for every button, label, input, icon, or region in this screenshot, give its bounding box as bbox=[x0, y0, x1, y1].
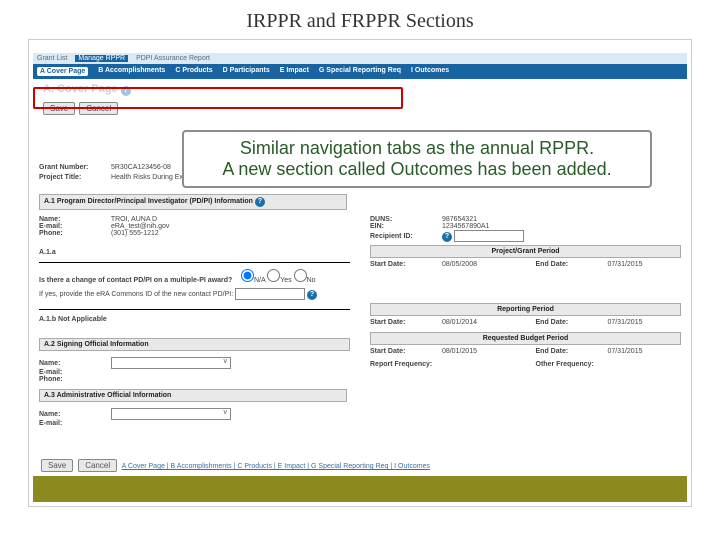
page-title: IRPPR and FRPPR Sections bbox=[0, 10, 720, 33]
budget-end: 07/31/2015 bbox=[607, 348, 642, 355]
change-pdpi-na[interactable] bbox=[241, 269, 254, 282]
pdpi-email-label: E-mail: bbox=[39, 223, 109, 230]
duns-label: DUNS: bbox=[370, 216, 440, 223]
pdpi-phone: (301) 555-1212 bbox=[111, 230, 159, 237]
change-pdpi-no[interactable] bbox=[294, 269, 307, 282]
tab-participants[interactable]: D Participants bbox=[223, 67, 270, 76]
project-start: 08/05/2008 bbox=[442, 261, 477, 268]
cancel-button[interactable]: Cancel bbox=[79, 102, 118, 115]
help-icon[interactable]: ? bbox=[121, 86, 131, 96]
tab-cover-page[interactable]: A Cover Page bbox=[37, 67, 88, 76]
pdpi-name: TROI, AUNA D bbox=[111, 216, 157, 223]
project-title-label: Project Title: bbox=[39, 174, 109, 181]
cover-page-heading: A. Cover Page bbox=[43, 83, 118, 95]
top-menu bbox=[33, 44, 687, 53]
end-date-label: End Date: bbox=[536, 261, 606, 268]
recipient-id-input[interactable] bbox=[454, 230, 524, 242]
project-end: 07/31/2015 bbox=[607, 261, 642, 268]
tab-outcomes[interactable]: I Outcomes bbox=[411, 67, 449, 76]
ein-label: EIN: bbox=[370, 223, 440, 230]
help-icon[interactable]: ? bbox=[255, 197, 265, 207]
save-button-bottom[interactable]: Save bbox=[41, 459, 73, 472]
recipient-id-label: Recipient ID: bbox=[370, 233, 440, 240]
help-icon[interactable]: ? bbox=[442, 232, 452, 242]
grant-number-value: 5R30CA123456-08 bbox=[111, 164, 171, 171]
pdpi-email: eRA_test@nih.gov bbox=[111, 223, 169, 230]
signing-official-select[interactable] bbox=[111, 357, 231, 369]
callout-box: Similar navigation tabs as the annual RP… bbox=[182, 130, 652, 188]
commons-id-label: If yes, provide the eRA Commons ID of th… bbox=[39, 291, 233, 298]
change-pdpi-yes[interactable] bbox=[267, 269, 280, 282]
budget-start: 08/01/2015 bbox=[442, 348, 477, 355]
project-period-header: Project/Grant Period bbox=[370, 245, 681, 258]
nav1-item[interactable]: PDPI Assurance Report bbox=[136, 55, 210, 62]
grant-number-label: Grant Number: bbox=[39, 164, 109, 171]
duns-value: 987654321 bbox=[442, 216, 477, 223]
tab-products[interactable]: C Products bbox=[175, 67, 212, 76]
nav1-item[interactable]: Manage RPPR bbox=[75, 55, 128, 62]
section-a3-header: A.3 Administrative Official Information bbox=[39, 389, 347, 402]
reporting-start: 08/01/2014 bbox=[442, 319, 477, 326]
change-pdpi-label: Is there a change of contact PD/PI on a … bbox=[39, 277, 239, 284]
a1b-label: A.1.b Not Applicable bbox=[39, 316, 350, 323]
slide-footer-bar bbox=[33, 476, 687, 502]
commons-id-input[interactable] bbox=[235, 288, 305, 300]
section-a2-header: A.2 Signing Official Information bbox=[39, 338, 350, 351]
nav-primary: Grant List Manage RPPR PDPI Assurance Re… bbox=[33, 53, 687, 64]
ein-value: 1234567890A1 bbox=[442, 223, 490, 230]
budget-period-header: Requested Budget Period bbox=[370, 332, 681, 345]
footer-nav-links[interactable]: A Cover Page | B Accomplishments | C Pro… bbox=[122, 463, 430, 470]
nav1-item[interactable]: Grant List bbox=[37, 55, 67, 62]
section-a1-header: A.1 Program Director/Principal Investiga… bbox=[44, 198, 253, 205]
tab-accomplishments[interactable]: B Accomplishments bbox=[98, 67, 165, 76]
other-freq-label: Other Frequency: bbox=[536, 361, 606, 368]
report-freq-label: Report Frequency: bbox=[370, 361, 440, 368]
reporting-period-header: Reporting Period bbox=[370, 303, 681, 316]
callout-line2: A new section called Outcomes has been a… bbox=[194, 159, 640, 180]
nav-secondary: A Cover Page B Accomplishments C Product… bbox=[33, 64, 687, 79]
help-icon[interactable]: ? bbox=[307, 290, 317, 300]
slide-container: Grant List Manage RPPR PDPI Assurance Re… bbox=[28, 39, 692, 507]
tab-special-reporting[interactable]: G Special Reporting Req bbox=[319, 67, 401, 76]
pdpi-name-label: Name: bbox=[39, 216, 109, 223]
callout-line1: Similar navigation tabs as the annual RP… bbox=[194, 138, 640, 159]
footer-links: Save Cancel A Cover Page | B Accomplishm… bbox=[41, 459, 430, 472]
reporting-end: 07/31/2015 bbox=[607, 319, 642, 326]
pdpi-phone-label: Phone: bbox=[39, 230, 109, 237]
admin-official-select[interactable] bbox=[111, 408, 231, 420]
start-date-label: Start Date: bbox=[370, 261, 440, 268]
cancel-button-bottom[interactable]: Cancel bbox=[78, 459, 117, 472]
a1a-label: A.1.a bbox=[39, 249, 350, 256]
save-button[interactable]: Save bbox=[43, 102, 75, 115]
tab-impact[interactable]: E Impact bbox=[280, 67, 309, 76]
